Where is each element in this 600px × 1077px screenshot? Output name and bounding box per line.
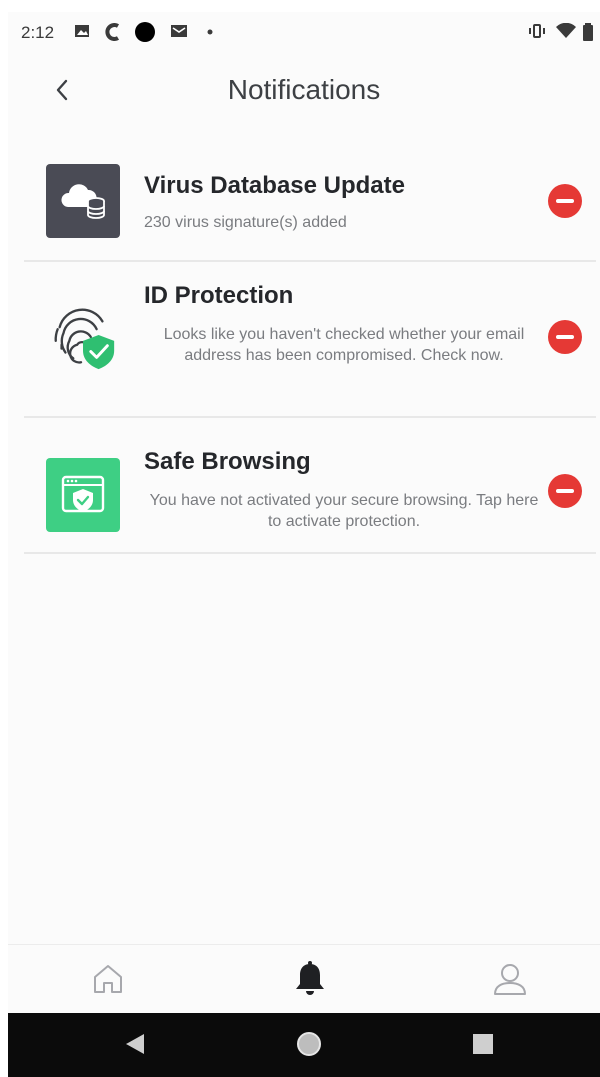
fingerprint-shield-icon [46, 298, 120, 372]
system-home-button[interactable] [294, 1031, 324, 1061]
notification-description: 230 virus signature(s) added [144, 214, 347, 231]
notification-title: ID Protection [144, 282, 294, 309]
home-icon [90, 961, 126, 1002]
nav-notifications[interactable] [288, 959, 332, 1003]
battery-icon [582, 23, 594, 41]
notification-id-protection[interactable]: ID Protection Looks like you haven't che… [24, 262, 596, 418]
nav-home[interactable] [86, 959, 130, 1003]
image-icon [74, 23, 90, 39]
square-recents-icon [472, 1033, 494, 1060]
status-time: 2:12 [21, 23, 55, 42]
remove-button[interactable] [548, 184, 582, 218]
page-title: Notifications [227, 74, 381, 105]
mail-icon [170, 23, 188, 39]
browser-shield-icon [46, 458, 120, 532]
c-app-icon [104, 23, 122, 41]
circle-icon [134, 21, 156, 43]
app-screen: 2:12 Notifications Virus Database Update… [8, 12, 600, 1077]
bottom-nav [8, 944, 600, 1015]
wifi-icon [556, 23, 576, 39]
notification-title: Virus Database Update [144, 172, 405, 199]
dot-icon [207, 29, 213, 35]
system-back-button[interactable] [120, 1031, 150, 1061]
circle-home-icon [295, 1030, 323, 1063]
vibrate-icon [528, 23, 546, 39]
remove-button[interactable] [548, 320, 582, 354]
notification-description: Looks like you haven't checked whether y… [163, 326, 525, 364]
nav-profile[interactable] [488, 959, 532, 1003]
header: Notifications [8, 64, 600, 124]
notification-description: You have not activated your secure brows… [149, 492, 539, 530]
system-nav-bar [8, 1013, 600, 1077]
notification-safe-browsing[interactable]: Safe Browsing You have not activated you… [24, 418, 596, 554]
notification-title: Safe Browsing [144, 448, 311, 475]
remove-button[interactable] [548, 474, 582, 508]
cloud-database-icon [46, 164, 120, 238]
triangle-back-icon [124, 1032, 146, 1061]
profile-icon [491, 960, 529, 1003]
bell-icon [292, 960, 328, 1003]
system-recents-button[interactable] [468, 1031, 498, 1061]
status-bar: 2:12 [8, 12, 600, 52]
notification-virus-database-update[interactable]: Virus Database Update 230 virus signatur… [24, 142, 596, 262]
